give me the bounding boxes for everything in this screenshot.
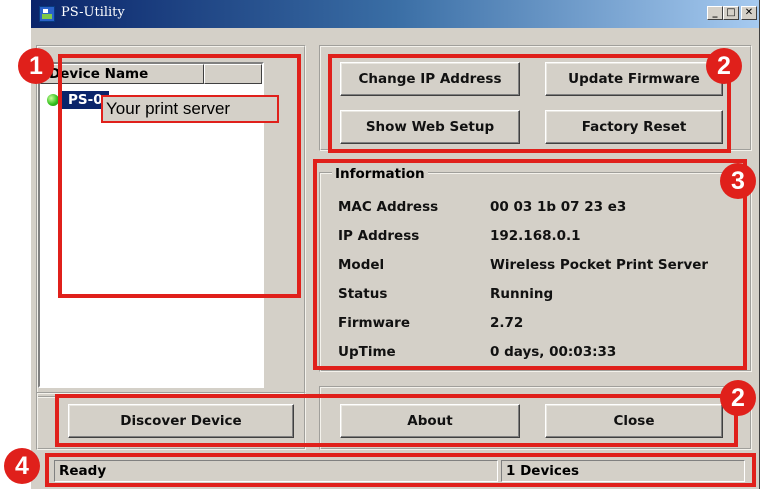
callout-badge-1: 1 [18, 48, 54, 84]
minimize-button[interactable]: _ [707, 6, 723, 20]
maximize-button[interactable]: □ [723, 6, 739, 20]
close-window-button[interactable]: ✕ [741, 6, 757, 20]
title-bar[interactable]: PS-Utility _ □ ✕ [31, 0, 759, 28]
annotation-box-device-list [58, 54, 301, 298]
annotation-box-action-buttons [328, 54, 731, 153]
window-title: PS-Utility [61, 5, 125, 20]
callout-badge-2-bottom: 2 [720, 380, 756, 416]
annotation-box-status-bar [45, 453, 756, 487]
callout-badge-3: 3 [720, 163, 756, 199]
app-icon [39, 6, 55, 22]
callout-badge-2-top: 2 [706, 48, 742, 84]
callout-badge-4: 4 [4, 448, 40, 484]
annotation-box-bottom-buttons [55, 394, 738, 447]
annotation-box-information [313, 159, 747, 370]
